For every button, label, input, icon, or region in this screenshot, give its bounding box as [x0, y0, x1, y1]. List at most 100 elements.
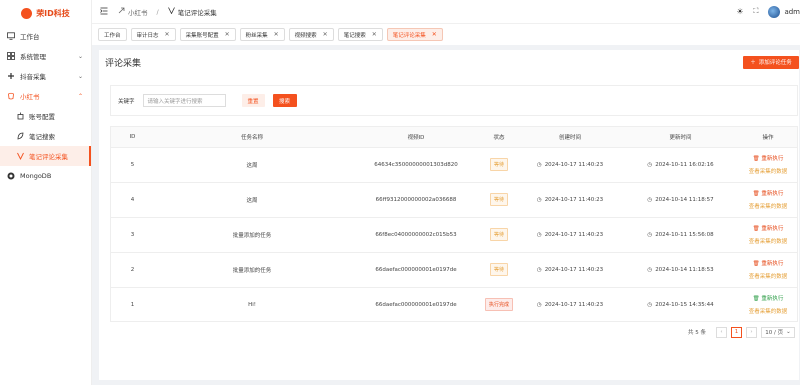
plus-icon: ＋ — [750, 60, 756, 66]
rerun-button[interactable]: 🗑 重新执行 — [753, 294, 784, 302]
updated-time: 2024-10-11 15:56:08 — [655, 231, 714, 238]
rerun-button[interactable]: 🗑 重新执行 — [753, 259, 784, 267]
pagination: 共 5 条 ‹ 1 › 10 / 页 ⌄ — [99, 325, 799, 339]
rerun-label: 重新执行 — [761, 296, 784, 302]
cell-updated: ◷ 2024-10-11 16:02:16 — [624, 147, 737, 183]
sidebar-item-redbook[interactable]: 小红书 ⌃ — [0, 86, 91, 106]
tab-video-search[interactable]: 视频搜索 ✕ — [288, 28, 334, 41]
tab-note-search[interactable]: 笔记搜索 ✕ — [337, 28, 383, 41]
view-data-link[interactable]: 查看采集的数据 — [749, 202, 788, 210]
updated-time: 2024-10-15 14:35:44 — [655, 301, 714, 308]
clock-icon: ◷ — [536, 196, 542, 203]
clock-icon: ◷ — [536, 266, 542, 273]
header-actions: ☀ ⛶ adm — [736, 0, 800, 23]
sidebar-item-mongodb[interactable]: MongoDB — [0, 166, 91, 186]
trash-icon: 🗑 — [752, 191, 760, 197]
tab-label: 笔记评论采集 — [392, 32, 426, 39]
sidebar-item-label: 工作台 — [20, 33, 40, 41]
created-time: 2024-10-17 11:40:23 — [544, 231, 604, 238]
sidebar-subitem-note-comments[interactable]: 笔记评论采集 — [0, 146, 91, 166]
rerun-button[interactable]: 🗑 重新执行 — [753, 224, 784, 232]
page-header: 评论采集 ＋ 添加评论任务 — [99, 50, 799, 74]
prev-page-button[interactable]: ‹ — [716, 326, 727, 338]
rerun-label: 重新执行 — [761, 156, 784, 162]
tab-label: 审计日志 — [136, 32, 159, 39]
cell-updated: ◷ 2024-10-15 14:35:44 — [624, 287, 737, 321]
cell-id: 5 — [111, 147, 154, 183]
rerun-button[interactable]: 🗑 重新执行 — [753, 154, 784, 162]
cell-updated: ◷ 2024-10-14 11:18:57 — [624, 182, 737, 218]
avatar[interactable] — [768, 5, 781, 18]
tab-workbench[interactable]: 工作台 — [98, 28, 127, 41]
tab-fans[interactable]: 粉丝采集 ✕ — [239, 28, 285, 41]
column-header[interactable]: 视频ID — [350, 127, 482, 148]
tab-audit-log[interactable]: 审计日志 ✕ — [130, 28, 176, 41]
breadcrumb-current: 笔记评论采集 — [177, 8, 217, 17]
reset-button[interactable]: 重置 — [241, 94, 265, 107]
rerun-button[interactable]: 🗑 重新执行 — [753, 189, 784, 197]
sidebar-subitem-note-search[interactable]: 笔记搜索 — [0, 126, 91, 146]
close-icon[interactable]: ✕ — [372, 31, 377, 38]
cell-status: 等待 — [482, 182, 516, 218]
table-row: 1 Hi! 66daefac000000001e0197de 执行完成 ◷ 202… — [111, 287, 797, 321]
clock-icon: ◷ — [647, 231, 653, 238]
close-icon[interactable]: ✕ — [323, 31, 328, 38]
tab-account-config[interactable]: 采集账号配置 ✕ — [179, 28, 236, 41]
theme-sun-icon[interactable]: ☀ — [736, 7, 743, 16]
tiktok-icon — [7, 72, 15, 80]
tab-note-comments[interactable]: 笔记评论采集 ✕ — [386, 28, 443, 41]
cell-name: 批量添加的任务 — [154, 252, 350, 288]
close-icon[interactable]: ✕ — [225, 31, 230, 38]
column-header[interactable]: 创建时间 — [516, 127, 624, 148]
cell-updated: ◷ 2024-10-11 15:56:08 — [624, 217, 737, 253]
search-button[interactable]: 搜索 — [272, 94, 297, 107]
sidebar-item-label: 抖音采集 — [20, 73, 46, 81]
column-header[interactable]: 任务名称 — [154, 127, 350, 148]
cell-name: 这周 — [154, 147, 350, 183]
chevron-down-icon: ⌄ — [786, 329, 791, 335]
tab-label: 采集账号配置 — [185, 32, 219, 39]
column-header[interactable]: 状态 — [482, 127, 516, 148]
view-data-link[interactable]: 查看采集的数据 — [749, 307, 788, 315]
logo-mark-icon — [21, 7, 33, 19]
column-header[interactable]: 更新时间 — [624, 127, 737, 148]
rerun-label: 重新执行 — [761, 226, 784, 232]
status-badge: 等待 — [489, 158, 508, 171]
rerun-label: 重新执行 — [761, 261, 784, 267]
sidebar-subitem-label: 笔记评论采集 — [29, 153, 68, 161]
column-header[interactable]: ID — [111, 127, 154, 148]
username[interactable]: adm — [784, 8, 800, 16]
chevron-up-icon: ⌃ — [77, 92, 83, 100]
search-input[interactable]: 请输入关键字进行搜索 — [142, 94, 226, 107]
close-icon[interactable]: ✕ — [274, 31, 279, 38]
close-icon[interactable]: ✕ — [432, 31, 437, 38]
add-task-button[interactable]: ＋ 添加评论任务 — [743, 55, 799, 69]
column-header[interactable]: 操作 — [737, 127, 797, 148]
created-time: 2024-10-17 11:40:23 — [544, 266, 604, 273]
page-size-select[interactable]: 10 / 页 ⌄ — [761, 326, 795, 338]
sidebar-subitem-account-config[interactable]: 账号配置 — [0, 106, 91, 126]
view-data-link[interactable]: 查看采集的数据 — [749, 272, 788, 280]
sidebar-item-workbench[interactable]: 工作台 — [0, 26, 91, 46]
created-time: 2024-10-17 11:40:23 — [544, 161, 604, 168]
cell-video-id: 66daefac000000001e0197de — [350, 287, 482, 321]
sidebar-item-douyin[interactable]: 抖音采集 ⌄ — [0, 66, 91, 86]
next-page-button[interactable]: › — [746, 326, 757, 338]
app-root: 荣ID科技 工作台 系统管理 ⌄ 抖音采集 ⌄ 小红书 ⌃ 账号配置 笔记搜索 … — [0, 0, 800, 385]
close-icon[interactable]: ✕ — [165, 31, 170, 38]
view-data-link[interactable]: 查看采集的数据 — [749, 237, 788, 245]
sidebar: 荣ID科技 工作台 系统管理 ⌄ 抖音采集 ⌄ 小红书 ⌃ 账号配置 笔记搜索 … — [0, 0, 92, 385]
view-data-link[interactable]: 查看采集的数据 — [749, 167, 788, 175]
menu-fold-icon[interactable] — [100, 7, 108, 17]
vue-icon — [17, 152, 24, 160]
breadcrumb-item[interactable]: 小红书 — [128, 7, 148, 17]
cell-created: ◷ 2024-10-17 11:40:23 — [516, 252, 624, 288]
cell-name: 这周 — [154, 182, 350, 218]
fullscreen-icon[interactable]: ⛶ — [754, 7, 759, 16]
page-title: 评论采集 — [105, 58, 142, 69]
sidebar-item-system[interactable]: 系统管理 ⌄ — [0, 46, 91, 66]
cell-id: 2 — [111, 252, 154, 288]
clock-icon: ◷ — [647, 266, 653, 273]
grid-icon — [7, 52, 15, 60]
page-button-current[interactable]: 1 — [731, 326, 742, 338]
